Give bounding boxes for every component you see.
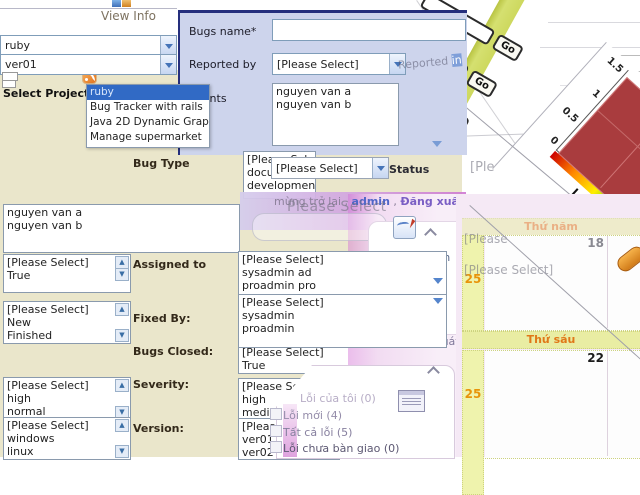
list-item[interactable]: development xyxy=(247,179,315,192)
reported-by-label: Reported by xyxy=(189,58,257,71)
menu-item-unassigned-bugs[interactable]: Lỗi chưa bàn giao (0) xyxy=(283,442,399,455)
list-item[interactable]: [Please Select] xyxy=(7,379,130,392)
list-item[interactable]: sysadmin xyxy=(242,309,446,322)
reported-by-select[interactable]: [Please Select] xyxy=(272,53,406,75)
chevron-down-icon[interactable] xyxy=(160,55,176,74)
calendar-day-cell[interactable] xyxy=(485,235,640,331)
dropdown-option[interactable]: Manage supermarket xyxy=(87,130,209,145)
faded-rule xyxy=(548,22,640,23)
calendar-day-number: 22 xyxy=(587,351,604,365)
list-item[interactable]: True xyxy=(7,269,130,282)
calendar-week-cell[interactable]: 25 xyxy=(462,350,484,495)
assigned-to-label: Assigned to xyxy=(133,258,207,271)
menu-item-new-bugs[interactable]: Lỗi mới (4) xyxy=(283,409,342,422)
mini-icon xyxy=(112,0,121,7)
scroll-down-icon[interactable]: ▼ xyxy=(115,329,129,342)
status-listbox[interactable]: [Please Select] New Finished ▲ ▼ xyxy=(3,301,131,344)
reported-in-highlight: in xyxy=(451,53,463,68)
version-os-listbox[interactable]: [Please Select] windows linux ▲ ▼ xyxy=(3,417,131,460)
scroll-down-icon[interactable]: ▼ xyxy=(115,445,129,458)
scroll-up-icon[interactable]: ▲ xyxy=(115,419,129,432)
list-item[interactable]: [Please Select] xyxy=(242,253,446,266)
bugs-name-input[interactable] xyxy=(272,19,466,41)
view-info-link[interactable]: View Info xyxy=(101,9,156,23)
welcome-comma: , xyxy=(393,195,397,208)
chevron-down-icon[interactable] xyxy=(372,158,388,178)
status-label: Status xyxy=(389,163,430,176)
list-item[interactable]: nguyen van a xyxy=(7,206,239,219)
fixed-by-label: Fixed By: xyxy=(133,312,191,325)
calendar-grid-line xyxy=(607,236,608,328)
bullet-icon xyxy=(270,408,282,420)
dropdown-option[interactable]: Java 2D Dynamic Graph xyxy=(87,115,209,130)
list-item[interactable]: proadmin xyxy=(242,322,446,335)
chevron-down-icon[interactable] xyxy=(433,298,443,309)
version-select-value: ver01 xyxy=(5,58,37,71)
bullet-icon xyxy=(270,425,282,437)
version-label: Version: xyxy=(133,422,184,435)
chevron-down-icon[interactable] xyxy=(160,36,176,55)
clients-listbox-large[interactable]: nguyen van a nguyen van b xyxy=(3,204,240,253)
assigned-flag-listbox[interactable]: [Please Select] True ▲ ▼ xyxy=(3,254,131,293)
select-project-label: Select Project: xyxy=(3,87,94,100)
bullet-icon xyxy=(270,441,282,453)
chart-tick: 0.5 xyxy=(559,105,581,126)
calendar-panel: Thứ năm 25 18 [Please [Please Select] Th… xyxy=(456,194,640,495)
scroll-up-icon[interactable]: ▲ xyxy=(115,379,129,392)
severity-label: Severity: xyxy=(133,378,190,391)
chevron-down-icon xyxy=(432,141,442,152)
project-select[interactable]: ruby xyxy=(0,35,177,56)
project-dropdown-list[interactable]: ruby Bug Tracker with rails Java 2D Dyna… xyxy=(86,84,210,148)
bug-type-value: [Please Select] xyxy=(276,161,358,175)
list-item[interactable]: nguyen van b xyxy=(276,98,398,111)
menu-item-my-bugs[interactable]: Lỗi của tôi (0) xyxy=(300,392,376,405)
project-select-value: ruby xyxy=(5,39,30,52)
list-item[interactable]: New xyxy=(7,316,130,329)
bug-type-select[interactable]: [Please Select] xyxy=(271,157,389,179)
list-icon[interactable] xyxy=(398,390,425,412)
version-select[interactable]: ver01 xyxy=(0,54,177,75)
list-item[interactable]: nguyen van b xyxy=(7,219,239,232)
scroll-up-icon[interactable]: ▲ xyxy=(115,303,129,316)
bugs-closed-label: Bugs Closed: xyxy=(133,345,214,358)
reported-by-value: [Please Select] xyxy=(277,57,359,71)
chevron-down-icon[interactable] xyxy=(433,278,443,289)
bug-type-label: Bug Type xyxy=(133,157,190,170)
chart-tick: 0 xyxy=(547,134,561,148)
list-item[interactable]: [Please Select] xyxy=(7,303,130,316)
list-item[interactable]: Finished xyxy=(7,329,130,342)
chart-tick: 1 xyxy=(589,87,603,101)
notes-icon[interactable] xyxy=(393,216,416,239)
list-item[interactable]: proadmin pro xyxy=(242,279,446,292)
menu-item-all-bugs[interactable]: Tất cả lỗi (5) xyxy=(283,426,352,439)
list-item[interactable]: nguyen van a xyxy=(276,85,398,98)
list-item[interactable]: [Please Select] xyxy=(7,256,130,269)
list-item[interactable]: [Please Select] xyxy=(242,296,446,309)
calendar-day-number: 18 xyxy=(587,236,604,250)
mini-icon xyxy=(122,0,131,7)
calendar-week-cell[interactable]: 25 xyxy=(462,235,484,331)
list-item[interactable]: windows xyxy=(7,432,130,445)
ghost-rounded-box xyxy=(252,213,387,241)
list-item[interactable]: high xyxy=(7,392,130,405)
calendar-grid-line xyxy=(607,351,608,456)
list-item[interactable]: sysadmin ad xyxy=(242,266,446,279)
fixed-by-listbox[interactable]: [Please Select] sysadmin proadmin xyxy=(238,294,447,348)
list-item[interactable]: linux xyxy=(7,445,130,458)
bugs-name-label: Bugs name* xyxy=(189,25,257,38)
calendar-day-cell[interactable] xyxy=(485,350,640,459)
assigned-to-listbox[interactable]: [Please Select] sysadmin ad proadmin pro xyxy=(238,251,447,296)
list-item[interactable]: [Please Select] xyxy=(7,419,130,432)
dropdown-option[interactable]: Bug Tracker with rails xyxy=(87,100,209,115)
faded-rule xyxy=(540,47,640,48)
dropdown-option[interactable]: ruby xyxy=(87,85,209,100)
clients-listbox[interactable]: nguyen van a nguyen van b xyxy=(272,83,399,146)
severity-listbox[interactable]: [Please Select] high normal ▲ ▼ xyxy=(3,377,131,421)
logout-link[interactable]: Đăng xuất xyxy=(400,195,464,208)
scroll-down-icon[interactable]: ▼ xyxy=(115,268,129,281)
